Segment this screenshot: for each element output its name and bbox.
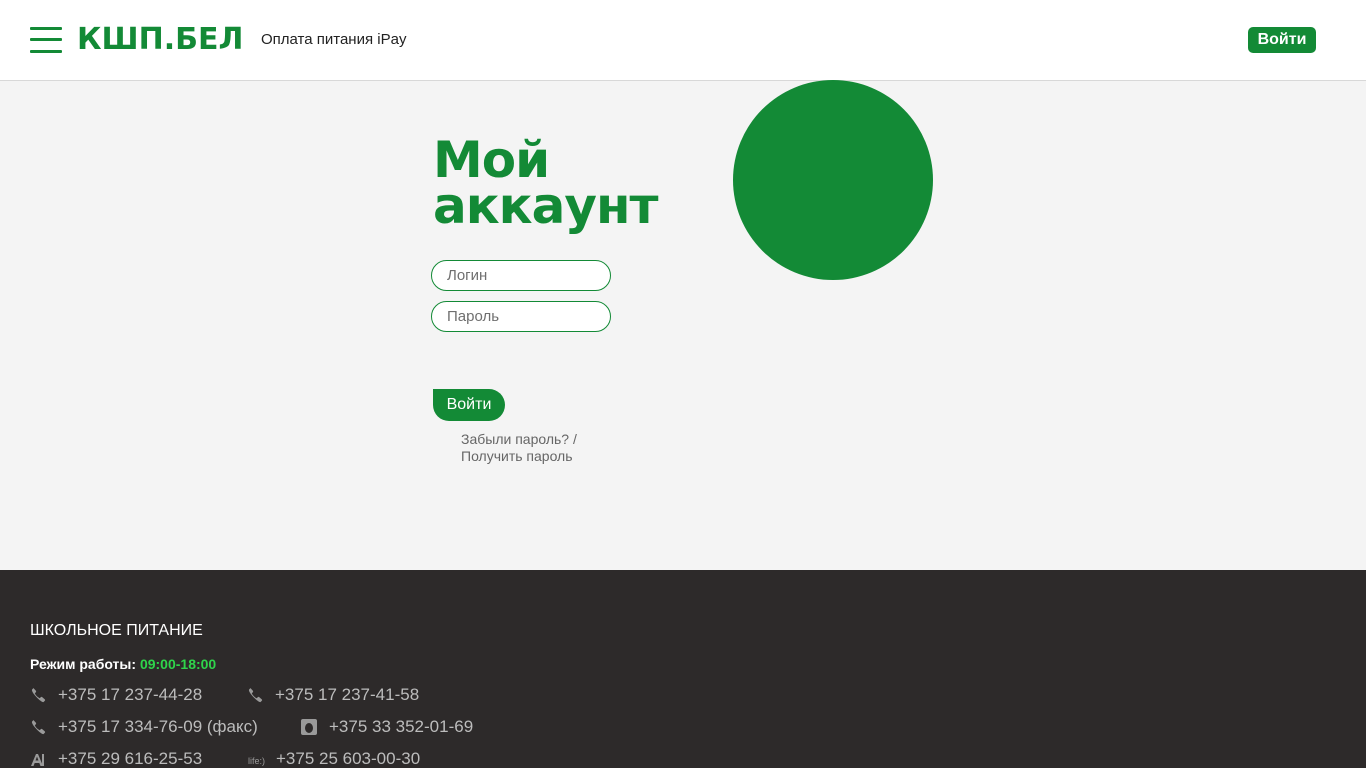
working-hours-label: Режим работы: [30,656,137,672]
phone-icon [247,687,263,703]
get-password-link[interactable]: Получить пароль [461,448,573,464]
menu-icon-bar [30,50,62,53]
forgot-password-link[interactable]: Забыли пароль? / [461,431,577,447]
site-footer: ШКОЛЬНОЕ ПИТАНИЕ Режим работы: 09:00-18:… [0,570,1366,768]
life-icon: life:) [248,756,266,766]
login-field[interactable] [431,260,611,291]
phone-number[interactable]: +375 17 237-41-58 [275,685,419,705]
menu-icon-bar [30,38,62,41]
page-title: Мой аккаунт [433,135,658,235]
login-submit-button[interactable]: Войти [433,389,505,421]
a1-icon [30,753,46,767]
password-links: Забыли пароль? / Получить пароль [461,431,577,465]
phone-number[interactable]: +375 29 616-25-53 [58,749,202,768]
nav-link-ipay[interactable]: Оплата питания iPay [261,30,406,50]
site-header: КШП.БЕЛ Оплата питания iPay Войти [0,0,1366,81]
working-hours: Режим работы: 09:00-18:00 [30,655,216,673]
header-login-button[interactable]: Войти [1248,27,1316,53]
site-logo[interactable]: КШП.БЕЛ [77,20,243,60]
phone-number[interactable]: +375 17 334-76-09 (факс) [58,717,258,737]
mts-icon [301,719,317,735]
password-field[interactable] [431,301,611,332]
phone-icon [30,719,46,735]
working-hours-value: 09:00-18:00 [139,656,217,672]
footer-title: ШКОЛЬНОЕ ПИТАНИЕ [30,622,203,639]
phone-number[interactable]: +375 33 352-01-69 [329,717,473,737]
phone-number[interactable]: +375 17 237-44-28 [58,685,202,705]
page-title-line: аккаунт [433,177,658,235]
phone-icon [30,687,46,703]
phone-number[interactable]: +375 25 603-00-30 [276,749,420,768]
decorative-circle [733,80,933,280]
menu-icon-bar [30,27,62,30]
menu-icon[interactable] [30,27,62,53]
